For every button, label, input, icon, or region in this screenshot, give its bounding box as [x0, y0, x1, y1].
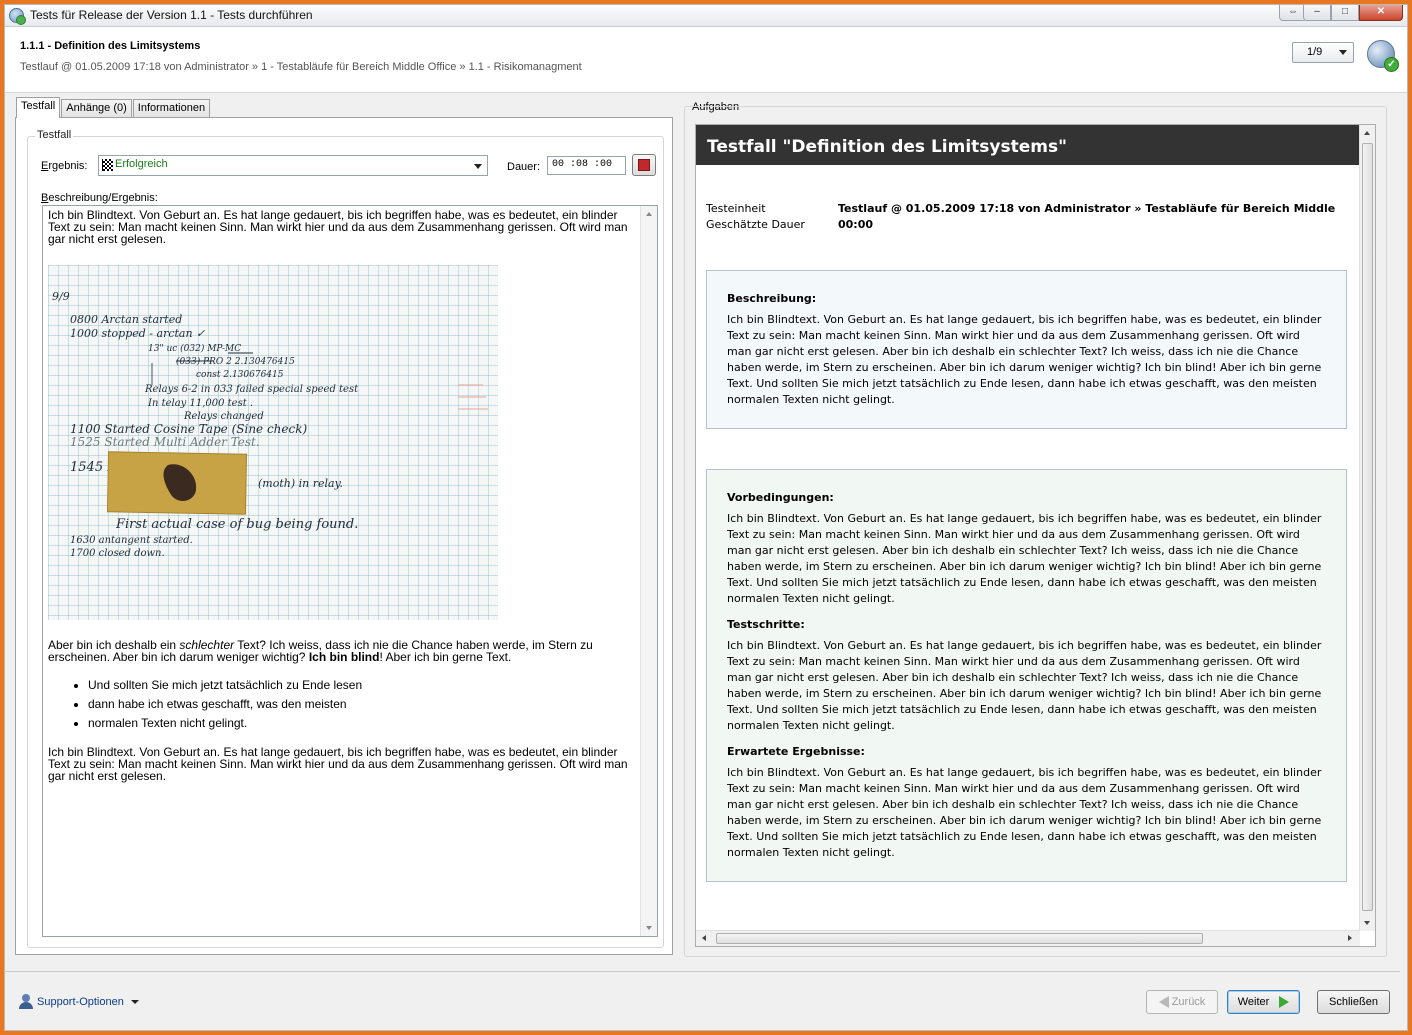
app-globe-icon [9, 8, 26, 25]
details-box: Vorbedingungen: Ich bin Blindtext. Von G… [706, 469, 1347, 882]
editor-content: Ich bin Blindtext. Von Geburt an. Es hat… [48, 209, 638, 782]
logbook-line: 1700 closed down. [70, 548, 165, 559]
checkmark-icon: ✓ [1384, 57, 1399, 72]
page-title: 1.1.1 - Definition des Limitsystems [20, 40, 201, 52]
ergebnis-label: Ergebnis: [41, 160, 88, 172]
logbook-line: 1630 antangent started. [70, 535, 193, 546]
list-item: Und sollten Sie mich jetzt tatsächlich z… [88, 679, 638, 691]
stop-timer-button[interactable] [632, 154, 656, 176]
editor-paragraph-3: Ich bin Blindtext. Von Geburt an. Es hat… [48, 745, 628, 783]
scroll-up-icon[interactable] [646, 212, 652, 216]
list-item: normalen Texten nicht gelingt. [88, 717, 638, 729]
tab-informationen[interactable]: Informationen [132, 99, 211, 118]
tab-strip: Testfall Anhänge (0) Informationen [16, 97, 211, 118]
breadcrumb: Testlauf @ 01.05.2009 17:18 von Administ… [20, 61, 582, 73]
dauer-estimate-value: 00:00 [838, 218, 874, 231]
next-button[interactable]: Weiter [1227, 990, 1300, 1014]
beschreibung-text: Ich bin Blindtext. Von Geburt an. Es hat… [727, 313, 1322, 406]
tab-anhaenge[interactable]: Anhänge (0) [61, 99, 132, 118]
logbook-line: First actual case of bug being found. [115, 517, 358, 532]
aufgaben-report: Testfall "Definition des Limitsystems" T… [695, 124, 1376, 947]
window-title: Tests für Release der Version 1.1 - Test… [30, 8, 313, 22]
group-label: Testfall [35, 129, 74, 141]
scroll-right-icon[interactable] [1348, 935, 1352, 941]
report-title: Testfall "Definition des Limitsystems" [696, 125, 1360, 165]
testeinheit-value: Testlauf @ 01.05.2009 17:18 von Administ… [838, 202, 1336, 215]
maximize-button[interactable]: □ [1331, 5, 1359, 21]
logbook-handwriting: 9/9 0800 Arctan started 1000 stopped - a… [52, 290, 488, 559]
beschreibung-box: Beschreibung: Ich bin Blindtext. Von Geb… [706, 270, 1347, 429]
scroll-thumb[interactable] [716, 933, 1203, 944]
chevron-down-icon [1339, 50, 1347, 55]
logbook-line: Relays changed [183, 411, 264, 422]
logbook-line: const 2.130676415 [196, 370, 284, 380]
close-window-button[interactable]: ✕ [1359, 5, 1403, 21]
logbook-line: 1525 Started Multi Adder Test. [70, 435, 260, 449]
checkered-flag-icon [102, 159, 113, 171]
dauer-input[interactable]: 00 :08 :00 [547, 156, 626, 175]
dauer-label: Dauer: [507, 161, 541, 173]
stop-icon [638, 159, 650, 171]
editor-paragraph-2: Aber bin ich deshalb ein schlechter Text… [48, 638, 593, 664]
ergebnis-value: Erfolgreich [115, 158, 168, 170]
title-bar: Tests für Release der Version 1.1 - Test… [5, 5, 1407, 27]
editor-paragraph-1: Ich bin Blindtext. Von Geburt an. Es hat… [48, 208, 628, 246]
beschreibung-label: Beschreibung/Ergebnis: [41, 192, 158, 204]
scroll-left-icon[interactable] [702, 935, 706, 941]
pager-value: 1/9 [1307, 46, 1323, 58]
beschreibung-heading: Beschreibung: [727, 292, 817, 305]
erwartete-heading: Erwartete Ergebnisse: [727, 745, 865, 758]
editor-bullet-list: Und sollten Sie mich jetzt tatsächlich z… [48, 679, 638, 729]
logbook-line: (moth) in relay. [258, 477, 343, 490]
chevron-down-icon [130, 999, 139, 1004]
support-label: Support-Optionen [37, 995, 124, 1008]
editor-scrollbar[interactable] [640, 206, 657, 936]
logbook-line: 1000 stopped - arctan ✓ [70, 327, 206, 340]
scroll-up-icon[interactable] [1364, 131, 1370, 135]
logbook-line: 13" uc (032) MP-MC [148, 343, 241, 354]
logbook-image: 9/9 0800 Arctan started 1000 stopped - a… [48, 265, 498, 620]
support-options-menu[interactable]: Support-Optionen [19, 994, 139, 1009]
scroll-down-icon[interactable] [1364, 921, 1370, 925]
close-button[interactable]: Schließen [1317, 990, 1390, 1014]
erwartete-text: Ich bin Blindtext. Von Geburt an. Es hat… [727, 766, 1322, 859]
dauer-estimate-label: Geschätzte Dauer [706, 218, 805, 231]
pager-select[interactable]: 1/9 [1292, 42, 1354, 63]
status-globe-icon: ✓ [1367, 40, 1399, 72]
logbook-line: In telay 11,000 test . [147, 398, 253, 409]
logbook-line: 1100 Started Cosine Tape (Sine check) [70, 422, 308, 436]
scroll-thumb[interactable] [1362, 143, 1373, 911]
testschritte-heading: Testschritte: [727, 618, 805, 631]
list-item: dann habe ich etwas geschafft, was den m… [88, 698, 638, 710]
tab-testfall[interactable]: Testfall [16, 97, 61, 118]
scroll-down-icon[interactable] [646, 926, 652, 930]
beschreibung-editor[interactable]: Ich bin Blindtext. Von Geburt an. Es hat… [42, 205, 658, 937]
logbook-line: Relays 6-2 in 033 failed special speed t… [144, 384, 359, 395]
testschritte-text: Ich bin Blindtext. Von Geburt an. Es hat… [727, 639, 1322, 732]
minimize-button[interactable]: – [1303, 5, 1331, 21]
report-vertical-scrollbar[interactable] [1359, 125, 1375, 931]
back-button[interactable]: Zurück [1146, 990, 1218, 1014]
chevron-down-icon [474, 164, 482, 169]
logbook-line: 0800 Arctan started [70, 313, 182, 326]
footer-divider [4, 971, 1400, 972]
page-header: 1.1.1 - Definition des Limitsystems Test… [5, 27, 1407, 93]
logbook-line: 9/9 [52, 290, 70, 303]
report-horizontal-scrollbar[interactable] [696, 930, 1360, 946]
tab-body: Testfall Ergebnis: Erfolgreich Dauer: 00… [15, 117, 673, 955]
vorbedingungen-text: Ich bin Blindtext. Von Geburt an. Es hat… [727, 512, 1322, 605]
arrow-left-icon [1158, 996, 1169, 1009]
arrow-right-icon [1279, 996, 1290, 1009]
testeinheit-label: Testeinheit [706, 202, 766, 215]
ergebnis-select[interactable]: Erfolgreich [98, 155, 488, 176]
vorbedingungen-heading: Vorbedingungen: [727, 491, 834, 504]
left-panel: Testfall Anhänge (0) Informationen Testf… [15, 97, 673, 955]
support-person-icon [19, 994, 33, 1009]
